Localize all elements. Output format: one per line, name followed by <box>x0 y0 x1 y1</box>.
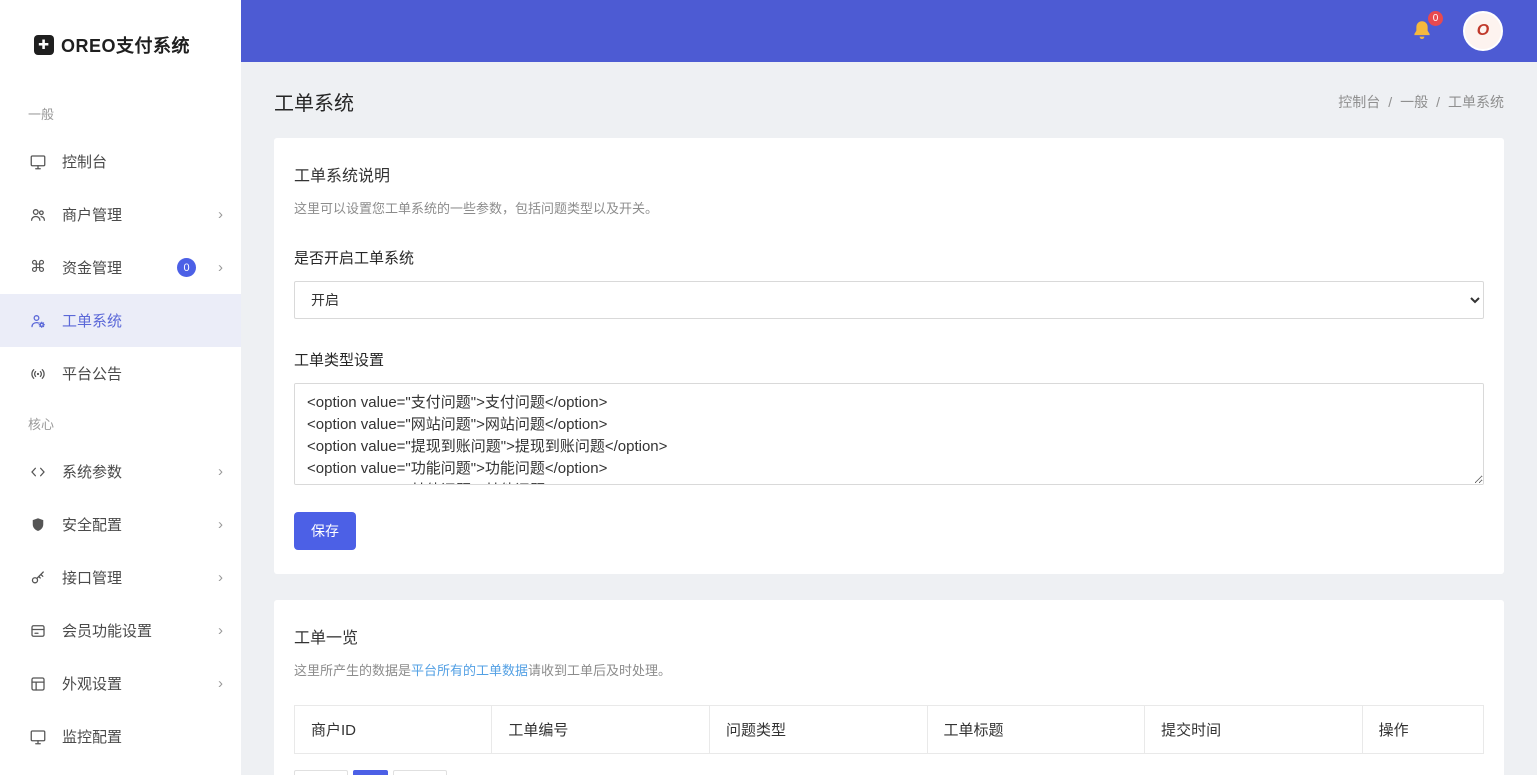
layout-icon <box>28 674 48 694</box>
notifications-button[interactable]: 0 <box>1409 18 1435 44</box>
page-title: 工单系统 <box>274 87 354 116</box>
pagination-last-button[interactable]: 尾页 <box>393 770 447 775</box>
sidebar-item-security[interactable]: 安全配置 › <box>0 498 241 551</box>
sidebar-item-label: 接口管理 <box>62 567 204 588</box>
command-icon: ⌘ <box>28 258 48 278</box>
sidebar-item-label: 工单系统 <box>62 310 223 331</box>
breadcrumb-console[interactable]: 控制台 <box>1338 92 1380 112</box>
shield-icon <box>28 515 48 535</box>
sidebar-section-general: 一般 <box>0 90 241 135</box>
tickets-description-prefix: 这里所产生的数据是 <box>294 663 411 678</box>
chevron-right-icon: › <box>218 516 223 533</box>
save-button[interactable]: 保存 <box>294 512 356 550</box>
ticket-types-label: 工单类型设置 <box>294 349 1484 370</box>
pagination-first-button[interactable]: 首页 <box>294 770 348 775</box>
monitor-icon <box>28 152 48 172</box>
ticket-toggle-label: 是否开启工单系统 <box>294 247 1484 268</box>
ticket-settings-card: 工单系统说明 这里可以设置您工单系统的一些参数，包括问题类型以及开关。 是否开启… <box>274 138 1504 574</box>
monitor-icon <box>28 727 48 747</box>
sidebar-item-system-params[interactable]: 系统参数 › <box>0 445 241 498</box>
ticket-types-textarea[interactable]: <option value="支付问题">支付问题</option> <opti… <box>294 383 1484 485</box>
col-ticket-title: 工单标题 <box>927 706 1145 754</box>
notification-badge: 0 <box>1428 11 1443 26</box>
users-icon <box>28 205 48 225</box>
app-root: ✚ OREO支付系统 一般 控制台 商户管理 › ⌘ 资金管理 0 › <box>0 0 1537 775</box>
page-header: 工单系统 控制台 一般 工单系统 <box>274 62 1504 138</box>
tickets-card-title: 工单一览 <box>294 624 1484 648</box>
chevron-right-icon: › <box>218 569 223 586</box>
settings-card-description: 这里可以设置您工单系统的一些参数，包括问题类型以及开关。 <box>294 198 1484 217</box>
sidebar-item-member-features[interactable]: 会员功能设置 › <box>0 604 241 657</box>
sidebar-item-label: 控制台 <box>62 151 223 172</box>
breadcrumb-general[interactable]: 一般 <box>1388 92 1428 112</box>
sidebar-item-announcements[interactable]: 平台公告 <box>0 347 241 400</box>
chevron-right-icon: › <box>218 622 223 639</box>
sidebar-item-label: 系统参数 <box>62 461 204 482</box>
sidebar-item-label: 监控配置 <box>62 726 223 747</box>
sidebar-item-label: 平台公告 <box>62 363 223 384</box>
main-column: 0 O 工单系统 控制台 一般 工单系统 工单系统说明 这里可以设置您工单系统的… <box>241 0 1537 775</box>
breadcrumb-tickets: 工单系统 <box>1436 92 1504 112</box>
tickets-card-description: 这里所产生的数据是平台所有的工单数据请收到工单后及时处理。 <box>294 660 1484 679</box>
broadcast-icon <box>28 364 48 384</box>
sidebar-item-label: 会员功能设置 <box>62 620 204 641</box>
tickets-description-suffix: 请收到工单后及时处理。 <box>528 663 671 678</box>
all-tickets-link[interactable]: 平台所有的工单数据 <box>411 663 528 678</box>
sidebar: ✚ OREO支付系统 一般 控制台 商户管理 › ⌘ 资金管理 0 › <box>0 0 241 775</box>
breadcrumb: 控制台 一般 工单系统 <box>1338 92 1504 112</box>
logo-icon: ✚ <box>34 35 54 55</box>
sidebar-item-merchants[interactable]: 商户管理 › <box>0 188 241 241</box>
sidebar-item-label: 商户管理 <box>62 204 204 225</box>
chevron-right-icon: › <box>218 675 223 692</box>
top-header: 0 O <box>241 0 1537 62</box>
sidebar-section-core: 核心 <box>0 400 241 445</box>
sidebar-item-label: 资金管理 <box>62 257 163 278</box>
col-actions: 操作 <box>1362 706 1483 754</box>
sidebar-item-label: 外观设置 <box>62 673 204 694</box>
user-gear-icon <box>28 311 48 331</box>
col-problem-type: 问题类型 <box>709 706 927 754</box>
ticket-list-card: 工单一览 这里所产生的数据是平台所有的工单数据请收到工单后及时处理。 商户ID … <box>274 600 1504 775</box>
tickets-table-header-row: 商户ID 工单编号 问题类型 工单标题 提交时间 操作 <box>295 706 1484 754</box>
code-icon <box>28 462 48 482</box>
chevron-right-icon: › <box>218 259 223 276</box>
ticket-toggle-select[interactable]: 开启 <box>294 281 1484 319</box>
settings-card-title: 工单系统说明 <box>294 162 1484 186</box>
key-icon <box>28 568 48 588</box>
app-logo[interactable]: ✚ OREO支付系统 <box>0 0 241 90</box>
chevron-right-icon: › <box>218 463 223 480</box>
tickets-table: 商户ID 工单编号 问题类型 工单标题 提交时间 操作 <box>294 705 1484 754</box>
sidebar-item-tickets[interactable]: 工单系统 <box>0 294 241 347</box>
card-icon <box>28 621 48 641</box>
pagination: 首页 1 尾页 <box>294 770 1484 775</box>
avatar[interactable]: O <box>1463 11 1503 51</box>
app-title: OREO支付系统 <box>61 32 190 58</box>
chevron-right-icon: › <box>218 206 223 223</box>
col-ticket-number: 工单编号 <box>492 706 710 754</box>
sidebar-item-console[interactable]: 控制台 <box>0 135 241 188</box>
sidebar-item-appearance[interactable]: 外观设置 › <box>0 657 241 710</box>
col-submit-time: 提交时间 <box>1145 706 1363 754</box>
sidebar-item-api[interactable]: 接口管理 › <box>0 551 241 604</box>
sidebar-item-funds[interactable]: ⌘ 资金管理 0 › <box>0 241 241 294</box>
sidebar-item-label: 安全配置 <box>62 514 204 535</box>
count-badge: 0 <box>177 258 196 277</box>
pagination-page-1-button[interactable]: 1 <box>353 770 388 775</box>
sidebar-item-monitoring[interactable]: 监控配置 <box>0 710 241 763</box>
content-area: 工单系统 控制台 一般 工单系统 工单系统说明 这里可以设置您工单系统的一些参数… <box>241 62 1537 775</box>
col-merchant-id: 商户ID <box>295 706 492 754</box>
